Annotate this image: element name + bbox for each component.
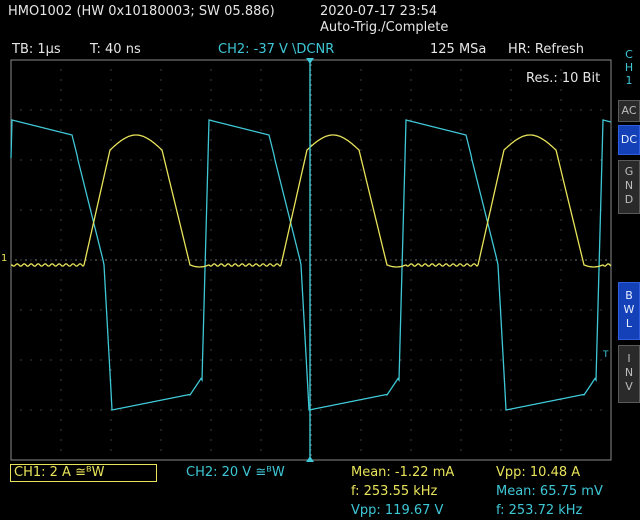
datetime: 2020-07-17 23:54: [320, 4, 438, 19]
coupling-dc-button[interactable]: DC: [618, 125, 640, 155]
ch2-mean: Mean: 65.75 mV: [496, 484, 603, 499]
hr-mode: HR: Refresh: [508, 42, 585, 57]
ch1-mean: Mean: -1.22 mA: [351, 465, 455, 480]
invert-button[interactable]: INV: [618, 345, 640, 403]
resolution-readout: Res.: 10 Bit: [526, 71, 601, 86]
trigger-source: CH2: -37 V \DCNR: [218, 42, 335, 57]
ch1-ground-marker: 1: [1, 253, 8, 264]
model-info: HMO1002 (HW 0x10180003; SW 05.886): [8, 4, 275, 19]
coupling-ac-button[interactable]: AC: [618, 100, 640, 122]
sample-rate: 125 MSa: [430, 42, 487, 57]
graticule-grid: [15, 64, 607, 456]
trigger-status: Auto-Trig./Complete: [320, 20, 449, 35]
trigger-position-bottom-marker: [306, 456, 314, 462]
ch1-frequency: f: 253.55 kHz: [351, 484, 438, 499]
trigger-position-top-marker: [306, 58, 314, 64]
ch2-setting[interactable]: CH2: 20 V ≅ᴮW: [186, 465, 285, 480]
timebase: TB: 1µs: [12, 42, 61, 57]
ch1-vpp: Vpp: 119.67 V: [351, 503, 444, 518]
sidebar-channel-label: C H 1: [624, 48, 634, 87]
bandwidth-limit-button[interactable]: BWL: [618, 282, 640, 340]
ch2-frequency: f: 253.72 kHz: [496, 503, 583, 518]
ch1-setting: CH1: 2 A ≅ᴮW: [14, 465, 105, 480]
trigger-time: T: 40 ns: [90, 42, 141, 57]
trigger-level-marker: T: [603, 350, 609, 360]
coupling-gnd-button[interactable]: GND: [618, 160, 640, 214]
ch2-vpp: Vpp: 10.48 A: [496, 465, 581, 480]
